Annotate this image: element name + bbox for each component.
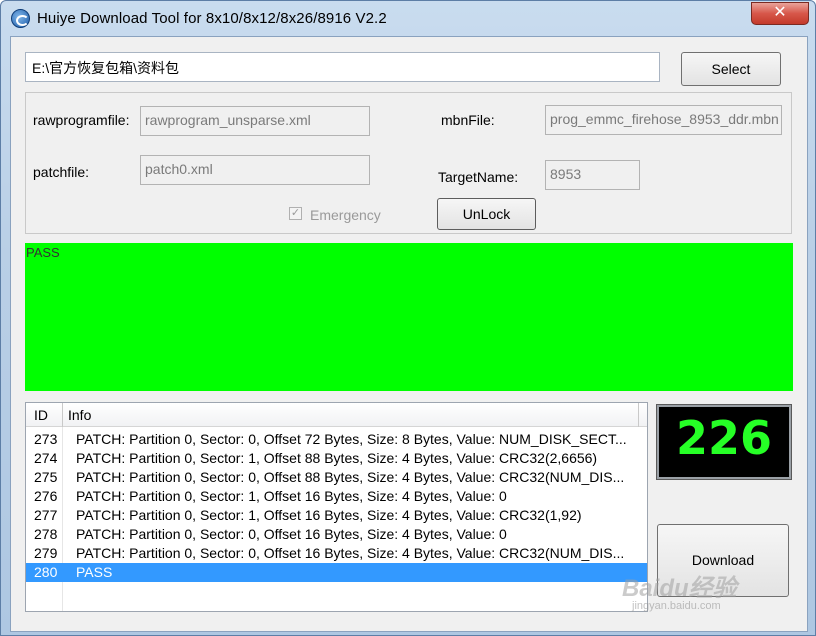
status-panel: PASS — [25, 243, 793, 391]
watermark-url: jingyan.baidu.com — [632, 600, 721, 612]
watermark: Baidu经验 — [622, 575, 737, 602]
target-label: TargetName: — [438, 169, 519, 185]
row-info: PATCH: Partition 0, Sector: 1, Offset 88… — [76, 450, 598, 466]
table-row[interactable]: 275 PATCH: Partition 0, Sector: 0, Offse… — [26, 468, 647, 487]
rawprogram-label: rawprogramfile: — [33, 112, 130, 128]
row-info: PASS — [76, 564, 113, 580]
row-id: 273 — [34, 431, 58, 447]
close-button[interactable]: ✕ — [751, 2, 809, 25]
target-field[interactable]: 8953 — [545, 160, 640, 190]
emergency-label: Emergency — [310, 207, 381, 223]
row-id: 279 — [34, 545, 58, 561]
row-info: PATCH: Partition 0, Sector: 0, Offset 88… — [76, 469, 625, 485]
table-row[interactable]: 277 PATCH: Partition 0, Sector: 1, Offse… — [26, 506, 647, 525]
table-row[interactable]: 276 PATCH: Partition 0, Sector: 1, Offse… — [26, 487, 647, 506]
table-row[interactable]: 279 PATCH: Partition 0, Sector: 0, Offse… — [26, 544, 647, 563]
row-id: 278 — [34, 526, 58, 542]
row-info: PATCH: Partition 0, Sector: 1, Offset 16… — [76, 507, 582, 523]
counter-value: 226 — [675, 411, 773, 465]
table-row-selected[interactable]: 280 PASS — [26, 563, 647, 582]
row-id: 274 — [34, 450, 58, 466]
row-id: 276 — [34, 488, 58, 504]
column-header-id[interactable]: ID — [34, 407, 48, 423]
emergency-checkbox[interactable]: ✓ — [289, 207, 302, 220]
select-button[interactable]: Select — [681, 52, 781, 86]
column-header-info[interactable]: Info — [68, 407, 91, 423]
log-list[interactable]: ID Info 273 PATCH: Partition 0, Sector: … — [25, 402, 648, 612]
row-info: PATCH: Partition 0, Sector: 0, Offset 16… — [76, 545, 625, 561]
patch-field[interactable]: patch0.xml — [140, 155, 370, 185]
row-id: 277 — [34, 507, 58, 523]
counter-display: 226 — [656, 404, 792, 480]
row-id: 280 — [34, 564, 58, 580]
status-text: PASS — [26, 245, 60, 260]
row-info: PATCH: Partition 0, Sector: 0, Offset 16… — [76, 526, 507, 542]
title-bar[interactable]: Huiye Download Tool for 8x10/8x12/8x26/8… — [1, 1, 815, 35]
table-row[interactable]: 273 PATCH: Partition 0, Sector: 0, Offse… — [26, 430, 647, 449]
unlock-button[interactable]: UnLock — [437, 198, 536, 230]
table-row[interactable]: 274 PATCH: Partition 0, Sector: 1, Offse… — [26, 449, 647, 468]
mbn-label: mbnFile: — [441, 112, 495, 128]
row-info: PATCH: Partition 0, Sector: 1, Offset 16… — [76, 488, 507, 504]
mbn-field[interactable]: prog_emmc_firehose_8953_ddr.mbn — [545, 105, 782, 135]
row-info: PATCH: Partition 0, Sector: 0, Offset 72… — [76, 431, 627, 447]
path-input[interactable]: E:\官方恢复包箱\资料包 — [25, 52, 660, 82]
row-id: 275 — [34, 469, 58, 485]
rawprogram-field[interactable]: rawprogram_unsparse.xml — [140, 106, 370, 136]
app-logo-icon — [11, 9, 30, 28]
column-divider[interactable] — [62, 403, 63, 427]
patch-label: patchfile: — [33, 164, 90, 180]
column-divider[interactable] — [638, 403, 639, 427]
window-title: Huiye Download Tool for 8x10/8x12/8x26/8… — [37, 10, 387, 27]
log-list-header: ID Info — [26, 403, 647, 427]
table-row[interactable]: 278 PATCH: Partition 0, Sector: 0, Offse… — [26, 525, 647, 544]
